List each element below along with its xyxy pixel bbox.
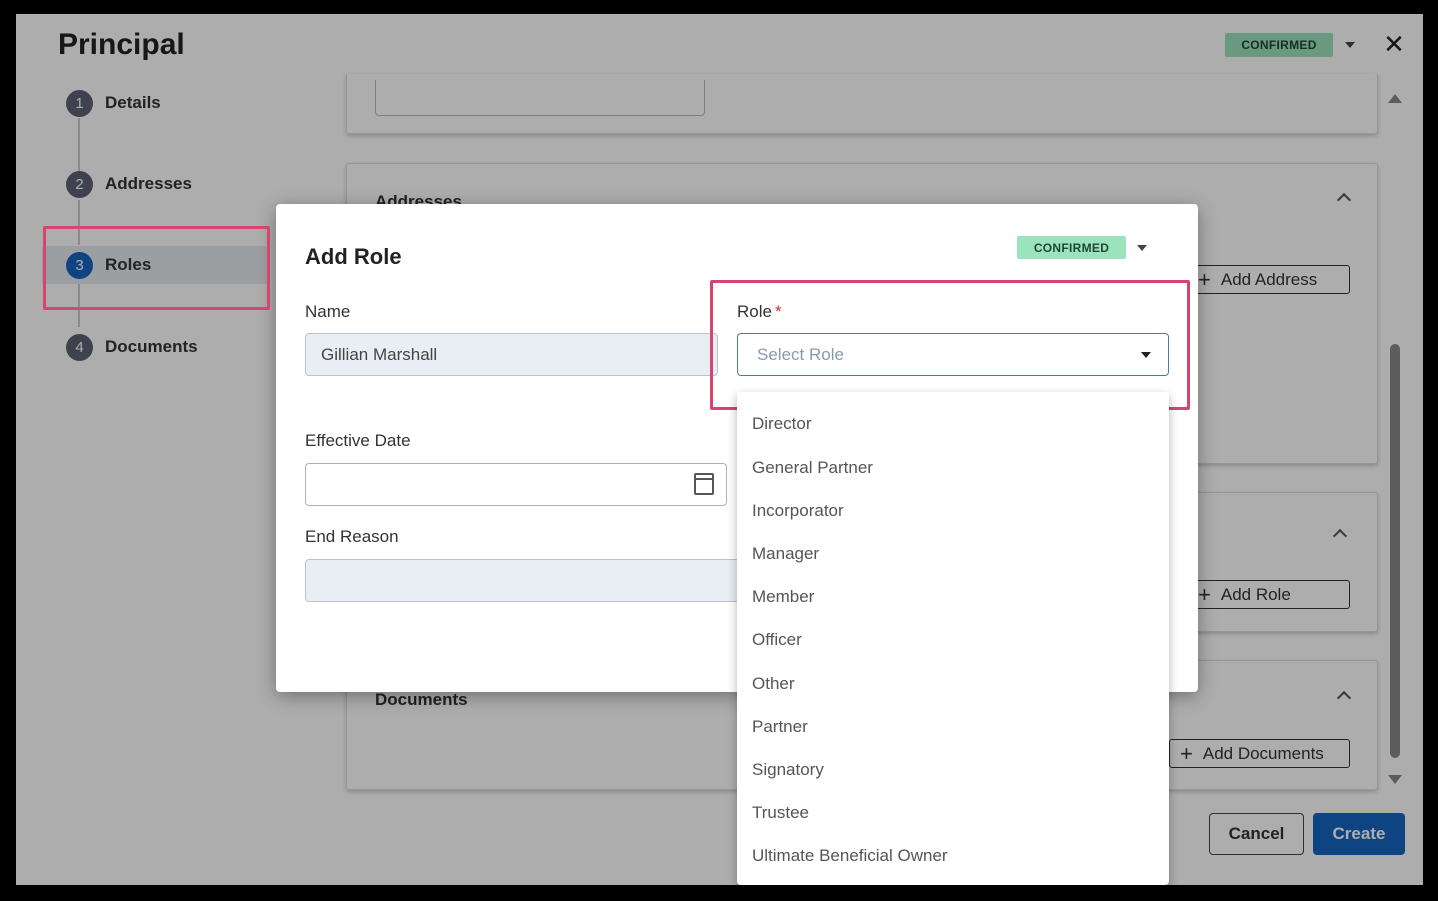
role-field-highlight xyxy=(710,280,1190,410)
role-option[interactable]: Other xyxy=(737,662,1169,705)
dialog-status-badge[interactable]: CONFIRMED xyxy=(1017,236,1126,259)
name-field[interactable]: Gillian Marshall xyxy=(305,333,718,376)
role-options-list: Director General Partner Incorporator Ma… xyxy=(737,392,1169,885)
role-option[interactable]: Director xyxy=(737,402,1169,445)
end-reason-field[interactable] xyxy=(305,559,745,602)
end-reason-label: End Reason xyxy=(305,527,399,546)
roles-step-highlight xyxy=(43,226,270,310)
role-option[interactable]: Member xyxy=(737,575,1169,618)
name-label: Name xyxy=(305,302,351,321)
role-option[interactable]: Ultimate Beneficial Owner xyxy=(737,834,1169,877)
role-option[interactable]: General Partner xyxy=(737,446,1169,489)
role-option[interactable]: Manager xyxy=(737,532,1169,575)
role-option[interactable]: Signatory xyxy=(737,748,1169,791)
dialog-title: Add Role xyxy=(305,244,402,269)
dialog-status-caret-icon[interactable] xyxy=(1137,245,1147,251)
role-option[interactable]: Trustee xyxy=(737,791,1169,834)
role-option[interactable]: Incorporator xyxy=(737,489,1169,532)
effective-date-field[interactable] xyxy=(305,463,727,506)
calendar-icon[interactable] xyxy=(694,473,714,495)
role-option[interactable]: Partner xyxy=(737,705,1169,748)
effective-date-label: Effective Date xyxy=(305,431,411,450)
role-option[interactable]: Officer xyxy=(737,618,1169,661)
app-window: Principal CONFIRMED ✕ 1 Details 2 Addres… xyxy=(16,14,1423,885)
